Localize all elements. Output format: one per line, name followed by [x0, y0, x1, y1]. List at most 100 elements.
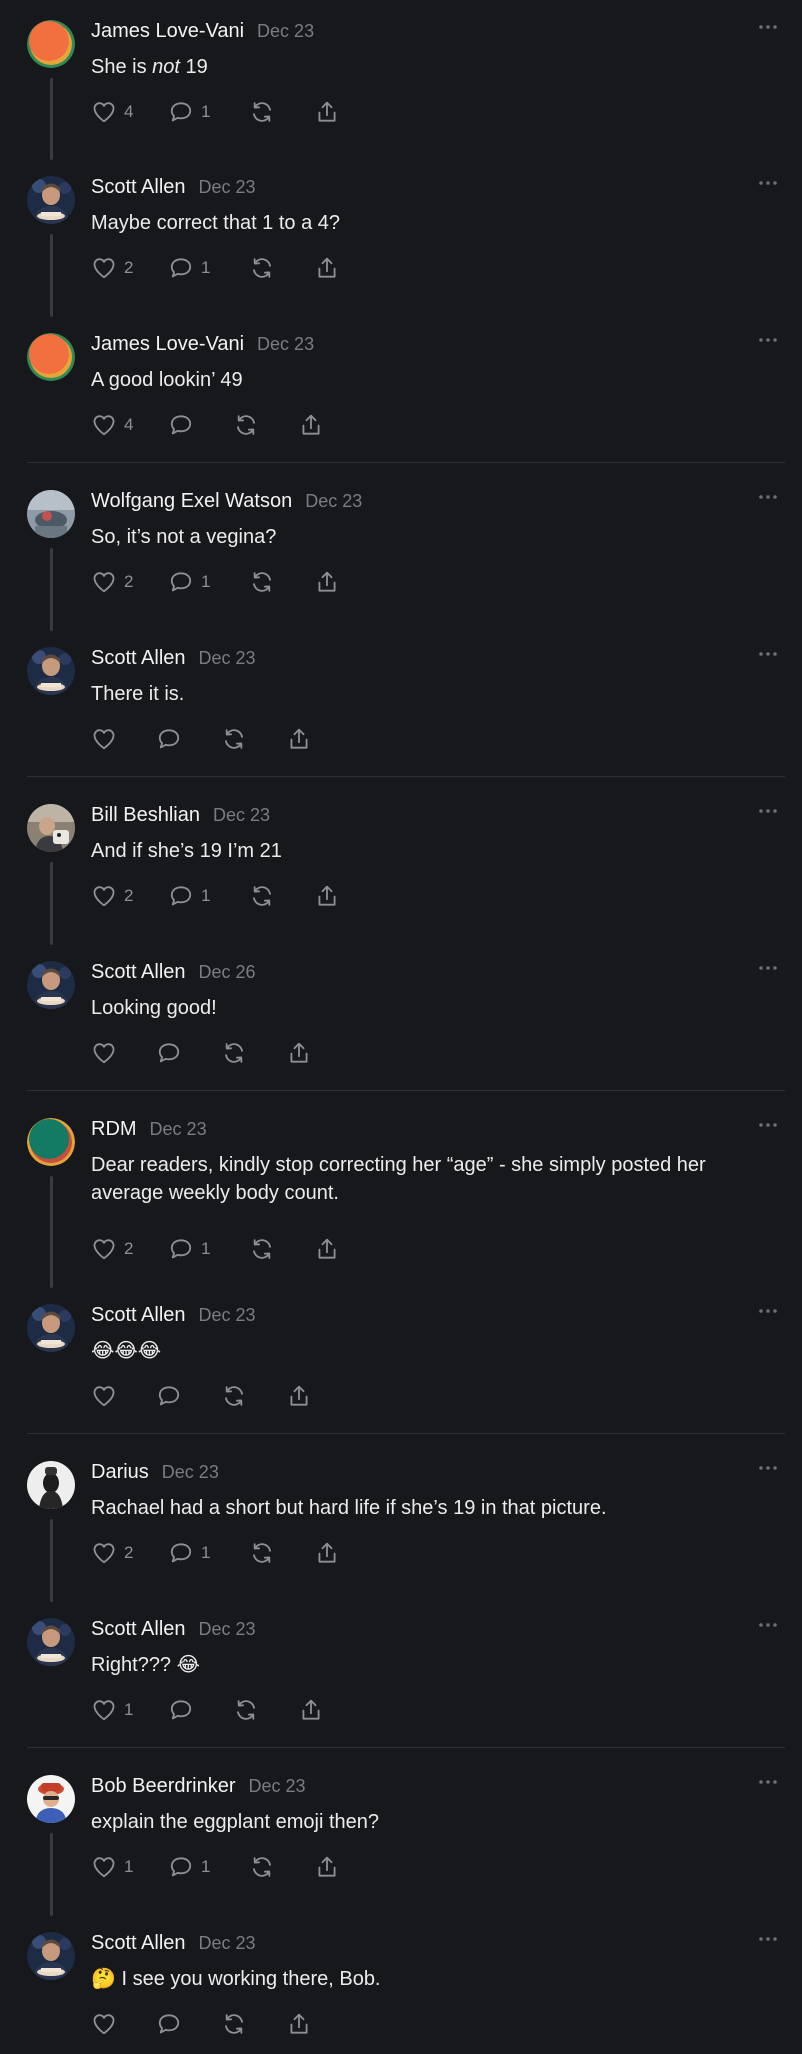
author-name[interactable]: Scott Allen	[91, 1618, 186, 1641]
avatar[interactable]	[27, 333, 75, 381]
avatar[interactable]	[27, 647, 75, 695]
avatar[interactable]	[27, 20, 75, 68]
author-name[interactable]: Scott Allen	[91, 1304, 186, 1327]
avatar[interactable]	[27, 961, 75, 1009]
repost-button[interactable]	[249, 883, 275, 909]
comment-date[interactable]: Dec 23	[199, 1305, 256, 1326]
reply-button[interactable]: 1	[168, 1540, 210, 1566]
ellipsis-icon[interactable]	[756, 488, 780, 506]
share-button[interactable]	[298, 1697, 324, 1723]
comment-date[interactable]: Dec 23	[199, 177, 256, 198]
comment-date[interactable]: Dec 23	[213, 805, 270, 826]
ellipsis-icon[interactable]	[756, 1302, 780, 1320]
ellipsis-icon[interactable]	[756, 802, 780, 820]
comment-date[interactable]: Dec 26	[199, 962, 256, 983]
share-button[interactable]	[314, 883, 340, 909]
comment-date[interactable]: Dec 23	[305, 491, 362, 512]
author-name[interactable]: Scott Allen	[91, 1932, 186, 1955]
like-button[interactable]: 1	[91, 1697, 133, 1723]
repost-button[interactable]	[249, 1540, 275, 1566]
repost-button[interactable]	[233, 412, 259, 438]
repost-button[interactable]	[249, 255, 275, 281]
ellipsis-icon[interactable]	[756, 1616, 780, 1634]
repost-button[interactable]	[221, 726, 247, 752]
ellipsis-icon[interactable]	[756, 959, 780, 977]
repost-button[interactable]	[249, 569, 275, 595]
share-button[interactable]	[286, 1040, 312, 1066]
author-name[interactable]: Scott Allen	[91, 176, 186, 199]
share-button[interactable]	[314, 1854, 340, 1880]
ellipsis-icon[interactable]	[756, 331, 780, 349]
repost-button[interactable]	[233, 1697, 259, 1723]
reply-button[interactable]: 1	[168, 883, 210, 909]
author-name[interactable]: Darius	[91, 1461, 149, 1484]
share-button[interactable]	[286, 726, 312, 752]
avatar[interactable]	[27, 490, 75, 538]
avatar[interactable]	[27, 176, 75, 224]
comment-date[interactable]: Dec 23	[199, 1619, 256, 1640]
author-name[interactable]: James Love-Vani	[91, 20, 244, 43]
repost-button[interactable]	[249, 99, 275, 125]
like-button[interactable]: 2	[91, 1540, 133, 1566]
like-button[interactable]: 2	[91, 255, 133, 281]
reply-button[interactable]: 1	[168, 255, 210, 281]
avatar[interactable]	[27, 1775, 75, 1823]
author-name[interactable]: RDM	[91, 1118, 137, 1141]
reply-button[interactable]: 1	[168, 1854, 210, 1880]
author-name[interactable]: James Love-Vani	[91, 333, 244, 356]
ellipsis-icon[interactable]	[756, 1116, 780, 1134]
author-name[interactable]: Bob Beerdrinker	[91, 1775, 236, 1798]
share-button[interactable]	[314, 569, 340, 595]
avatar[interactable]	[27, 1461, 75, 1509]
ellipsis-icon[interactable]	[756, 1459, 780, 1477]
like-button[interactable]	[91, 726, 117, 752]
ellipsis-icon[interactable]	[756, 18, 780, 36]
reply-button[interactable]	[156, 726, 182, 752]
share-button[interactable]	[286, 1383, 312, 1409]
share-button[interactable]	[314, 99, 340, 125]
ellipsis-icon[interactable]	[756, 1930, 780, 1948]
share-button[interactable]	[286, 2011, 312, 2037]
like-button[interactable]: 2	[91, 1236, 133, 1262]
comment-date[interactable]: Dec 23	[199, 1933, 256, 1954]
reply-button[interactable]: 1	[168, 1236, 210, 1262]
like-button[interactable]	[91, 1383, 117, 1409]
share-button[interactable]	[314, 1236, 340, 1262]
repost-button[interactable]	[221, 1383, 247, 1409]
avatar[interactable]	[27, 1618, 75, 1666]
comment-date[interactable]: Dec 23	[150, 1119, 207, 1140]
repost-button[interactable]	[249, 1236, 275, 1262]
comment-date[interactable]: Dec 23	[249, 1776, 306, 1797]
reply-button[interactable]	[156, 2011, 182, 2037]
comment-date[interactable]: Dec 23	[199, 648, 256, 669]
like-button[interactable]: 4	[91, 412, 133, 438]
reply-button[interactable]	[168, 412, 194, 438]
author-name[interactable]: Bill Beshlian	[91, 804, 200, 827]
like-button[interactable]: 1	[91, 1854, 133, 1880]
author-name[interactable]: Scott Allen	[91, 961, 186, 984]
author-name[interactable]: Scott Allen	[91, 647, 186, 670]
reply-button[interactable]: 1	[168, 99, 210, 125]
avatar[interactable]	[27, 1304, 75, 1352]
like-button[interactable]: 4	[91, 99, 133, 125]
share-button[interactable]	[314, 1540, 340, 1566]
comment-date[interactable]: Dec 23	[162, 1462, 219, 1483]
like-button[interactable]	[91, 2011, 117, 2037]
comment-date[interactable]: Dec 23	[257, 334, 314, 355]
like-button[interactable]: 2	[91, 569, 133, 595]
share-button[interactable]	[314, 255, 340, 281]
author-name[interactable]: Wolfgang Exel Watson	[91, 490, 292, 513]
avatar[interactable]	[27, 1118, 75, 1166]
comment-date[interactable]: Dec 23	[257, 21, 314, 42]
avatar[interactable]	[27, 804, 75, 852]
reply-button[interactable]: 1	[168, 569, 210, 595]
repost-button[interactable]	[221, 1040, 247, 1066]
ellipsis-icon[interactable]	[756, 645, 780, 663]
like-button[interactable]: 2	[91, 883, 133, 909]
ellipsis-icon[interactable]	[756, 174, 780, 192]
reply-button[interactable]	[156, 1383, 182, 1409]
repost-button[interactable]	[221, 2011, 247, 2037]
repost-button[interactable]	[249, 1854, 275, 1880]
share-button[interactable]	[298, 412, 324, 438]
reply-button[interactable]	[168, 1697, 194, 1723]
